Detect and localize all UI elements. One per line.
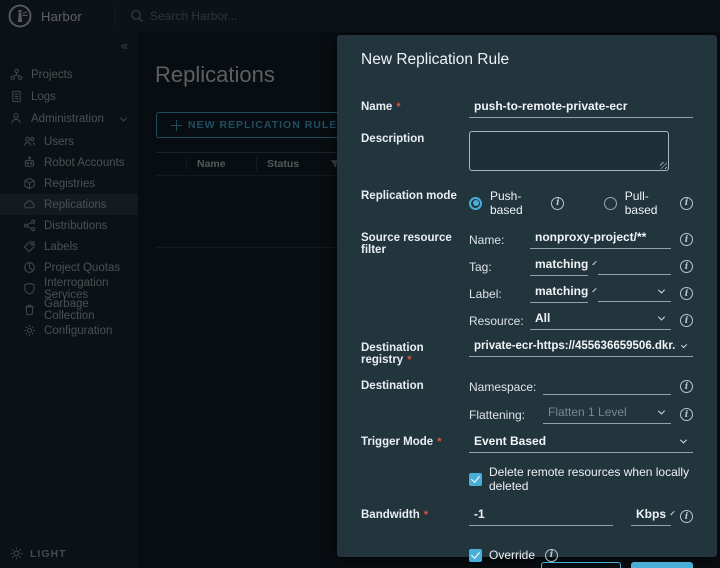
flattening-row: Flattening: Flatten 1 Level i xyxy=(469,405,693,424)
harbor-app: Harbor Search Harbor... « Proj xyxy=(0,0,720,568)
chevron-down-icon xyxy=(658,407,665,414)
modal-actions: CANCEL SAVE xyxy=(361,562,693,568)
destination-registry-row: Destination registry* private-ecr-https:… xyxy=(361,340,693,366)
filter-resource-info-icon[interactable]: i xyxy=(680,314,693,327)
chevron-down-icon xyxy=(593,260,597,264)
filter-tag-row: Tag: matching i xyxy=(469,257,693,276)
filter-name-row: Name: nonproxy-project/** i xyxy=(469,230,693,249)
filter-name-input[interactable]: nonproxy-project/** xyxy=(530,230,671,249)
filter-tag-info-icon[interactable]: i xyxy=(680,260,693,273)
filter-name-label: Name: xyxy=(469,233,530,247)
chevron-down-icon xyxy=(658,313,665,320)
chevron-down-icon xyxy=(680,436,687,443)
description-textarea[interactable] xyxy=(469,131,669,171)
filter-name-info-icon[interactable]: i xyxy=(680,233,693,246)
filter-resource-label: Resource: xyxy=(469,314,530,328)
modal-title: New Replication Rule xyxy=(361,51,693,69)
filter-label-value-select[interactable] xyxy=(598,285,671,302)
filter-resource-select[interactable]: All xyxy=(530,311,671,330)
push-based-label: Push-based xyxy=(490,189,543,217)
namespace-label: Namespace: xyxy=(469,380,543,394)
filter-label-row: Label: matching i xyxy=(469,284,693,303)
bandwidth-row: Bandwidth* -1 Kbps i xyxy=(361,507,693,526)
chevron-down-icon xyxy=(681,341,687,347)
filter-label-info-icon[interactable]: i xyxy=(680,287,693,300)
override-row: Override i xyxy=(361,548,693,562)
trigger-mode-label: Trigger Mode* xyxy=(361,434,469,448)
description-label: Description xyxy=(361,131,469,145)
cancel-button[interactable]: CANCEL xyxy=(541,562,621,568)
trigger-mode-row: Trigger Mode* Event Based xyxy=(361,434,693,453)
name-label: Name* xyxy=(361,99,469,113)
filter-label-select[interactable]: matching xyxy=(530,284,588,303)
source-filter-label: Source resource filter xyxy=(361,230,469,256)
name-row: Name* push-to-remote-private-ecr xyxy=(361,99,693,118)
chevron-down-icon xyxy=(593,287,597,291)
replication-mode-row: Replication mode Push-based i Pull-based… xyxy=(361,188,693,217)
filter-tag-label: Tag: xyxy=(469,260,530,274)
filter-tag-select[interactable]: matching xyxy=(530,257,588,276)
override-label: Override xyxy=(489,548,535,562)
save-button[interactable]: SAVE xyxy=(631,562,693,568)
required-mark: * xyxy=(437,436,441,448)
filter-resource-row: Resource: All i xyxy=(469,311,693,330)
bandwidth-unit-select[interactable]: Kbps xyxy=(631,507,671,526)
destination-label: Destination xyxy=(361,378,469,392)
flattening-info-icon[interactable]: i xyxy=(680,408,693,421)
bandwidth-input[interactable]: -1 xyxy=(469,507,613,526)
required-mark: * xyxy=(424,509,428,521)
chevron-down-icon xyxy=(670,510,674,514)
delete-remote-label: Delete remote resources when locally del… xyxy=(489,465,693,493)
bandwidth-info-icon[interactable]: i xyxy=(680,510,693,523)
flattening-label: Flattening: xyxy=(469,408,543,422)
filter-label-label: Label: xyxy=(469,287,530,301)
destination-row: Destination Namespace: i Flattening: Fla… xyxy=(361,378,693,424)
required-mark: * xyxy=(407,354,411,366)
push-based-radio[interactable] xyxy=(469,197,482,210)
namespace-input[interactable] xyxy=(543,378,671,395)
required-mark: * xyxy=(396,101,400,113)
override-info-icon[interactable]: i xyxy=(545,549,558,562)
chevron-down-icon xyxy=(658,286,665,293)
namespace-info-icon[interactable]: i xyxy=(680,380,693,393)
delete-remote-row: Delete remote resources when locally del… xyxy=(361,465,693,493)
bandwidth-label: Bandwidth* xyxy=(361,507,469,521)
namespace-row: Namespace: i xyxy=(469,378,693,395)
filter-tag-input[interactable] xyxy=(598,258,671,275)
name-input[interactable]: push-to-remote-private-ecr xyxy=(469,99,693,118)
flattening-select[interactable]: Flatten 1 Level xyxy=(543,405,671,424)
trigger-mode-select[interactable]: Event Based xyxy=(469,434,693,453)
pull-based-radio[interactable] xyxy=(604,197,617,210)
override-checkbox[interactable] xyxy=(469,549,482,562)
push-based-info-icon[interactable]: i xyxy=(551,197,564,210)
pull-based-info-icon[interactable]: i xyxy=(680,197,693,210)
replication-mode-label: Replication mode xyxy=(361,188,469,202)
destination-registry-select[interactable]: private-ecr-https://455636659506.dkr.ecr… xyxy=(469,340,693,357)
destination-registry-label: Destination registry* xyxy=(361,340,469,366)
description-row: Description xyxy=(361,131,693,171)
source-filter-row: Source resource filter Name: nonproxy-pr… xyxy=(361,230,693,330)
new-replication-rule-modal: New Replication Rule Name* push-to-remot… xyxy=(337,35,717,557)
delete-remote-checkbox[interactable] xyxy=(469,473,482,486)
pull-based-label: Pull-based xyxy=(625,189,672,217)
